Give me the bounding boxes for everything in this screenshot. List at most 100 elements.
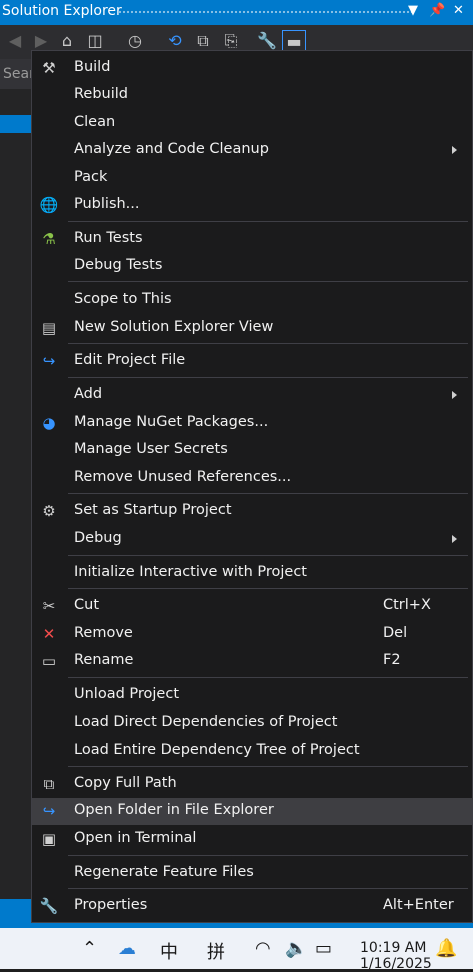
menu-separator — [68, 377, 468, 378]
pin-icon[interactable]: 📌 — [429, 3, 445, 18]
battery-icon[interactable]: ▭ — [315, 938, 332, 959]
build-menu-item[interactable]: ⚒ Build — [32, 55, 472, 82]
properties-wrench-icon[interactable]: 🔧 — [256, 30, 278, 52]
close-icon[interactable]: ✕ — [453, 3, 464, 18]
wifi-icon[interactable]: ◠ — [255, 938, 271, 959]
menu-item-label: Debug — [74, 530, 122, 546]
menu-separator — [68, 555, 468, 556]
pending-changes-filter-icon[interactable]: ◷ — [124, 30, 146, 52]
chevron-up-icon[interactable]: ⌃ — [82, 938, 97, 959]
menu-item-label: Copy Full Path — [74, 775, 177, 791]
menu-separator — [68, 281, 468, 282]
new-solution-explorer-view-menu-item[interactable]: ▤ New Solution Explorer View — [32, 315, 472, 342]
menu-item-label: Load Direct Dependencies of Project — [74, 714, 338, 730]
switch-views-icon[interactable]: ◫ — [84, 30, 106, 52]
menu-item-label: Add — [74, 386, 103, 402]
project-context-menu: ⚒ Build Rebuild Clean Analyze and Code Clean… — [31, 50, 473, 923]
clock-time: 10:19 AM — [360, 940, 427, 956]
rename-icon: ▭ — [41, 652, 57, 670]
remove-unused-references-menu-item[interactable]: Remove Unused References... — [32, 465, 472, 492]
regenerate-feature-files-menu-item[interactable]: Regenerate Feature Files — [32, 860, 472, 887]
load-direct-dependencies-menu-item[interactable]: Load Direct Dependencies of Project — [32, 710, 472, 737]
wrench-icon: 🔧 — [39, 897, 59, 915]
rebuild-menu-item[interactable]: Rebuild — [32, 82, 472, 109]
back-icon[interactable]: ◀ — [4, 30, 26, 52]
menu-item-label: Pack — [74, 169, 108, 185]
menu-item-label: Manage NuGet Packages... — [74, 414, 269, 430]
menu-separator — [68, 588, 468, 589]
debug-tests-menu-item[interactable]: Debug Tests — [32, 253, 472, 280]
menu-item-label: Scope to This — [74, 291, 172, 307]
add-menu-item[interactable]: Add — [32, 382, 472, 409]
forward-icon[interactable]: ▶ — [30, 30, 52, 52]
submenu-arrow-icon — [452, 391, 457, 399]
collapse-all-icon[interactable]: ⧉ — [192, 30, 214, 52]
manage-nuget-packages-menu-item[interactable]: ◕ Manage NuGet Packages... — [32, 410, 472, 437]
menu-item-label: Properties — [74, 897, 148, 913]
menu-item-label: Rename — [74, 652, 134, 668]
gear-icon: ⚙ — [42, 502, 56, 520]
remove-menu-item[interactable]: ✕ Remove Del — [32, 621, 472, 648]
run-tests-menu-item[interactable]: ⚗ Run Tests — [32, 226, 472, 253]
menu-item-label: Analyze and Code Cleanup — [74, 141, 269, 157]
ime-pinyin-indicator[interactable]: 拼 — [207, 938, 225, 964]
menu-separator — [68, 766, 468, 767]
cut-menu-item[interactable]: ✂ Cut Ctrl+X — [32, 593, 472, 620]
dropdown-arrow-icon[interactable]: ▼ — [408, 3, 418, 18]
menu-item-label: Regenerate Feature Files — [74, 864, 254, 880]
menu-item-shortcut: Del — [383, 625, 408, 641]
home-icon[interactable]: ⌂ — [56, 30, 78, 52]
menu-item-label: Load Entire Dependency Tree of Project — [74, 742, 360, 758]
unload-project-menu-item[interactable]: Unload Project — [32, 682, 472, 709]
nuget-icon: ◕ — [42, 414, 56, 432]
menu-item-label: Remove Unused References... — [74, 469, 292, 485]
menu-item-label: Unload Project — [74, 686, 180, 702]
submenu-arrow-icon — [452, 146, 457, 154]
scope-to-this-menu-item[interactable]: Scope to This — [32, 287, 472, 314]
initialize-interactive-menu-item[interactable]: Initialize Interactive with Project — [32, 560, 472, 587]
speaker-icon[interactable]: 🔈 — [285, 938, 307, 959]
analyze-code-cleanup-menu-item[interactable]: Analyze and Code Cleanup — [32, 137, 472, 164]
close-icon: ✕ — [42, 625, 56, 643]
menu-item-label: Build — [74, 59, 111, 75]
pack-menu-item[interactable]: Pack — [32, 165, 472, 192]
open-in-terminal-menu-item[interactable]: ▣ Open in Terminal — [32, 826, 472, 853]
menu-item-label: Debug Tests — [74, 257, 163, 273]
sync-icon[interactable]: ⟲ — [164, 30, 186, 52]
clock-date: 1/16/2025 — [360, 956, 432, 972]
new-view-icon: ▤ — [41, 319, 57, 337]
menu-item-label: Initialize Interactive with Project — [74, 564, 307, 580]
onedrive-cloud-icon[interactable]: ☁ — [118, 938, 136, 959]
open-folder-in-file-explorer-menu-item[interactable]: ↪ Open Folder in File Explorer — [32, 798, 472, 825]
menu-separator — [68, 221, 468, 222]
properties-menu-item[interactable]: 🔧 Properties Alt+Enter — [32, 893, 472, 920]
rename-menu-item[interactable]: ▭ Rename F2 — [32, 648, 472, 675]
title-bar: Solution Explorer ▼ 📌 ✕ — [0, 0, 473, 25]
menu-separator — [68, 343, 468, 344]
debug-menu-item[interactable]: Debug — [32, 526, 472, 553]
load-entire-dependency-tree-menu-item[interactable]: Load Entire Dependency Tree of Project — [32, 738, 472, 765]
menu-item-label: Rebuild — [74, 86, 128, 102]
terminal-icon: ▣ — [41, 830, 57, 848]
notification-bell-icon[interactable]: 🔔 — [435, 938, 457, 959]
edit-project-file-menu-item[interactable]: ↪ Edit Project File — [32, 348, 472, 375]
ime-chinese-indicator[interactable]: 中 — [160, 938, 178, 964]
copy-full-path-menu-item[interactable]: ⧉ Copy Full Path — [32, 771, 472, 798]
windows-taskbar: ⌃ ☁ 中 拼 ◠ 🔈 ▭ 10:19 AM 1/16/2025 🔔 — [0, 928, 473, 972]
publish-menu-item[interactable]: 🌐 Publish... — [32, 192, 472, 219]
menu-item-label: Set as Startup Project — [74, 502, 232, 518]
redo-arrow-icon: ↪ — [42, 802, 56, 820]
show-all-files-icon[interactable]: ⎘ — [220, 30, 242, 52]
clean-menu-item[interactable]: Clean — [32, 110, 472, 137]
menu-item-label: Run Tests — [74, 230, 143, 246]
menu-item-label: Open Folder in File Explorer — [74, 802, 274, 818]
menu-item-label: Edit Project File — [74, 352, 186, 368]
menu-item-label: Publish... — [74, 196, 140, 212]
system-clock[interactable]: 10:19 AM 1/16/2025 — [360, 940, 432, 972]
manage-user-secrets-menu-item[interactable]: Manage User Secrets — [32, 437, 472, 464]
set-as-startup-project-menu-item[interactable]: ⚙ Set as Startup Project — [32, 498, 472, 525]
copy-icon: ⧉ — [43, 775, 55, 793]
title-bar-grip[interactable] — [118, 10, 413, 15]
menu-item-label: Cut — [74, 597, 99, 613]
menu-separator — [68, 855, 468, 856]
